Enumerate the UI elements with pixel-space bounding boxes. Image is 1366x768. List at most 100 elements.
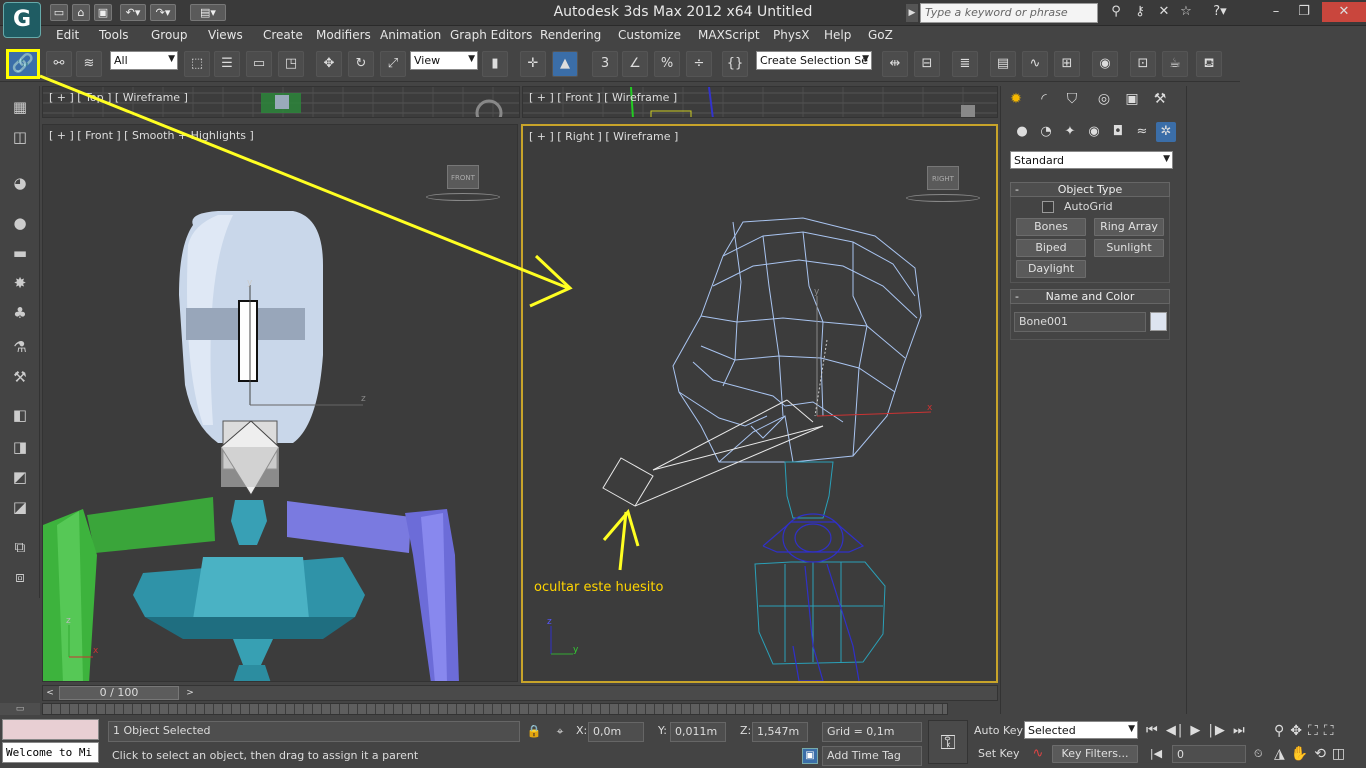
set-key-big-icon[interactable]: ⚿ bbox=[928, 720, 968, 764]
search-expand-icon[interactable]: ▶ bbox=[906, 4, 918, 22]
menu-physx[interactable]: PhysX bbox=[773, 26, 809, 44]
time-tag-icon[interactable]: ▣ bbox=[802, 748, 818, 764]
rendered-frame-window-icon[interactable]: ☕ bbox=[1162, 51, 1188, 77]
key-filters-button[interactable]: Key Filters... bbox=[1052, 745, 1138, 763]
right-viewcube-ring[interactable] bbox=[906, 194, 980, 202]
menu-modifiers[interactable]: Modifiers bbox=[316, 26, 371, 44]
menu-animation[interactable]: Animation bbox=[380, 26, 441, 44]
menu-views[interactable]: Views bbox=[208, 26, 243, 44]
menu-customize[interactable]: Customize bbox=[618, 26, 681, 44]
create-tab-icon[interactable]: ✹ bbox=[1004, 88, 1028, 110]
layer-manager-icon[interactable]: ≣ bbox=[952, 51, 978, 77]
save-file-icon[interactable]: ▣ bbox=[94, 4, 112, 21]
undo-icon[interactable]: ↶▾ bbox=[120, 4, 146, 21]
lights-icon[interactable]: ✦ bbox=[1060, 122, 1080, 142]
viewport-top-label[interactable]: [ + ] [ Top ] [ Wireframe ] bbox=[49, 91, 188, 104]
front-viewcube-ring[interactable] bbox=[426, 193, 500, 201]
plant-icon[interactable]: ♣ bbox=[6, 300, 34, 326]
angle-snap-icon[interactable]: ∠ bbox=[622, 51, 648, 77]
menu-maxscript[interactable]: MAXScript bbox=[698, 26, 760, 44]
geometry-icon[interactable]: ● bbox=[1012, 122, 1032, 142]
unlink-selection-icon[interactable]: ⚯ bbox=[46, 51, 72, 77]
maxscript-mini-listener[interactable]: Welcome to Mi bbox=[2, 742, 99, 763]
bind-to-space-warp-icon[interactable]: ≋ bbox=[76, 51, 102, 77]
open-file-icon[interactable]: ⌂ bbox=[72, 4, 90, 21]
favorites-icon[interactable]: ☆ bbox=[1172, 2, 1200, 22]
clip-icon-4[interactable]: ◪ bbox=[6, 494, 34, 520]
track-bar[interactable] bbox=[42, 703, 948, 715]
curve-editor-icon[interactable]: ∿ bbox=[1022, 51, 1048, 77]
menu-help[interactable]: Help bbox=[824, 26, 851, 44]
playback-controls[interactable]: ⏮ ◀| ▶ |▶ ⏭ bbox=[1146, 722, 1247, 740]
menu-goz[interactable]: GoZ bbox=[868, 26, 893, 44]
new-file-icon[interactable]: ▭ bbox=[50, 4, 68, 21]
category-dropdown[interactable]: Standard ▼ bbox=[1010, 151, 1173, 169]
assembly-icon-2[interactable]: ⧈ bbox=[6, 564, 34, 590]
render-setup-icon[interactable]: ⊡ bbox=[1130, 51, 1156, 77]
x-coordinate-field[interactable]: 0,0m bbox=[588, 722, 644, 742]
time-next-icon[interactable]: > bbox=[183, 686, 197, 700]
set-key-label[interactable]: Set Key bbox=[978, 745, 1020, 763]
percent-snap-icon[interactable]: % bbox=[654, 51, 680, 77]
object-color-swatch[interactable] bbox=[1150, 312, 1167, 331]
schematic-view-icon[interactable]: ⊞ bbox=[1054, 51, 1080, 77]
biped-button[interactable]: Biped bbox=[1016, 239, 1086, 257]
help-icon[interactable]: ?▾ bbox=[1206, 2, 1234, 22]
default-tangent-icon[interactable]: ∿ bbox=[1028, 745, 1048, 763]
select-and-manipulate-icon[interactable]: ✛ bbox=[520, 51, 546, 77]
render-production-icon[interactable]: ⛾ bbox=[1196, 51, 1222, 77]
front-viewcube[interactable]: FRONT bbox=[447, 165, 479, 189]
ring-array-button[interactable]: Ring Array bbox=[1094, 218, 1164, 236]
daylight-button[interactable]: Daylight bbox=[1016, 260, 1086, 278]
search-input[interactable]: Type a keyword or phrase bbox=[920, 3, 1098, 23]
time-prev-icon[interactable]: < bbox=[43, 686, 57, 700]
named-selection-set-dropdown[interactable]: Create Selection Se ▼ bbox=[756, 51, 872, 70]
mini-curve-editor-toggle[interactable]: ▭ bbox=[0, 703, 40, 715]
sunlight-button[interactable]: Sunlight bbox=[1094, 239, 1164, 257]
hierarchy-tab-icon[interactable]: ⛉ bbox=[1060, 88, 1084, 110]
time-slider[interactable]: < 0 / 100 > bbox=[42, 685, 998, 701]
modify-tab-icon[interactable]: ◜ bbox=[1032, 88, 1056, 110]
snaps-toggle-icon[interactable]: 3 bbox=[592, 51, 618, 77]
current-frame-field[interactable]: 0 bbox=[1172, 745, 1246, 763]
space-warps-icon[interactable]: ≈ bbox=[1132, 122, 1152, 142]
mirror-icon[interactable]: ⇹ bbox=[882, 51, 908, 77]
select-and-move-icon[interactable]: ✥ bbox=[316, 51, 342, 77]
align-icon[interactable]: ⊟ bbox=[914, 51, 940, 77]
application-button[interactable]: G bbox=[3, 2, 41, 38]
menu-group[interactable]: Group bbox=[151, 26, 188, 44]
select-and-link-button[interactable]: 🔗 bbox=[6, 49, 40, 79]
clip-icon-2[interactable]: ◨ bbox=[6, 434, 34, 460]
absolute-mode-icon[interactable]: ⌖ bbox=[552, 723, 568, 739]
redo-icon[interactable]: ↷▾ bbox=[150, 4, 176, 21]
bones-button[interactable]: Bones bbox=[1016, 218, 1086, 236]
keyboard-shortcut-override-icon[interactable]: ▲ bbox=[552, 51, 578, 77]
rectangular-selection-icon[interactable]: ▭ bbox=[246, 51, 272, 77]
utilities-tab-icon[interactable]: ⚒ bbox=[1148, 88, 1172, 110]
viewport-top[interactable]: [ + ] [ Top ] [ Wireframe ] bbox=[42, 86, 520, 118]
graphite-modeling-icon[interactable]: ▤ bbox=[990, 51, 1016, 77]
project-folder-icon[interactable]: ▤▾ bbox=[190, 4, 226, 21]
maxscript-mini-listener-pink[interactable] bbox=[2, 719, 99, 740]
material-editor-icon[interactable]: ◉ bbox=[1092, 51, 1118, 77]
viewport-front-wire-label[interactable]: [ + ] [ Front ] [ Wireframe ] bbox=[529, 91, 677, 104]
menu-edit[interactable]: Edit bbox=[56, 26, 79, 44]
motion-tab-icon[interactable]: ◎ bbox=[1092, 88, 1116, 110]
clip-icon-1[interactable]: ◧ bbox=[6, 402, 34, 428]
viewport-right[interactable]: y x z y RIGHT [ +] [Right] [Wirefram… bbox=[521, 124, 998, 683]
cameras-icon[interactable]: ◉ bbox=[1084, 122, 1104, 142]
assembly-icon-1[interactable]: ⧉ bbox=[6, 534, 34, 560]
reference-coordinate-dropdown[interactable]: View ▼ bbox=[410, 51, 478, 70]
sphere-icon[interactable]: ● bbox=[6, 210, 34, 236]
auto-key-label[interactable]: Auto Key bbox=[974, 722, 1023, 740]
viewport-nav-controls-bottom[interactable]: ◮✋⟲◫ bbox=[1274, 745, 1351, 763]
hammer-icon[interactable]: ⚒ bbox=[6, 364, 34, 390]
cylinder-icon[interactable]: ▬ bbox=[6, 240, 34, 266]
spinner-snap-icon[interactable]: ÷ bbox=[686, 51, 712, 77]
menu-graph-editors[interactable]: Graph Editors bbox=[450, 26, 532, 44]
scene-explorer-icon[interactable]: ◕ bbox=[6, 170, 34, 196]
particle-icon[interactable]: ✸ bbox=[6, 270, 34, 296]
viewport-front[interactable]: y z z x FRONT [+] [Front] [Smooth +… bbox=[42, 124, 518, 682]
time-slider-thumb[interactable]: 0 / 100 bbox=[59, 686, 179, 700]
restore-button[interactable]: ❐ bbox=[1290, 2, 1318, 22]
